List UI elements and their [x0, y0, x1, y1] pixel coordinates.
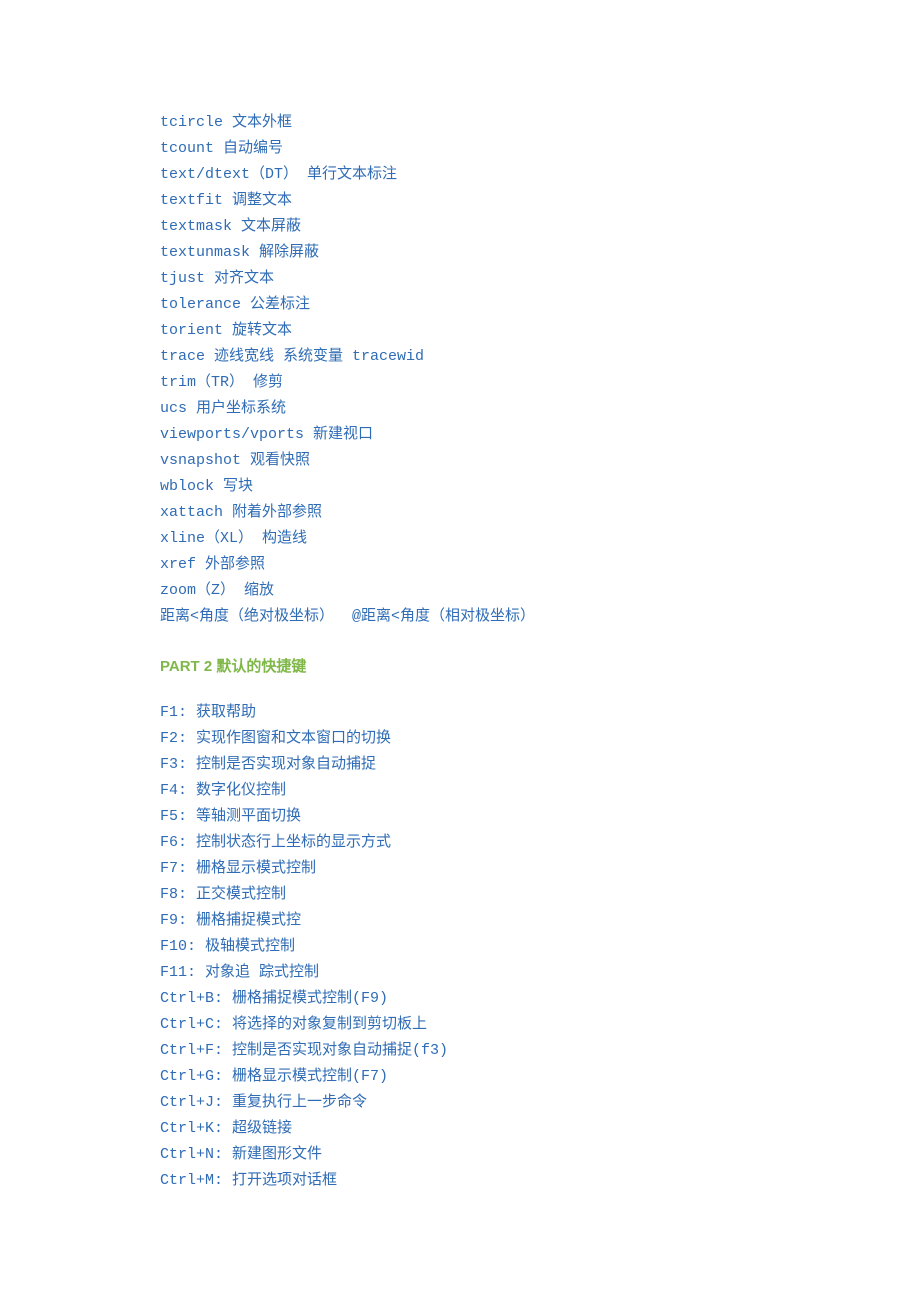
shortcut-line: F11: 对象追 踪式控制 — [160, 960, 760, 986]
shortcut-line: F3: 控制是否实现对象自动捕捉 — [160, 752, 760, 778]
command-line: tcircle 文本外框 — [160, 110, 760, 136]
command-line: xref 外部参照 — [160, 552, 760, 578]
command-line: textmask 文本屏蔽 — [160, 214, 760, 240]
shortcut-line: Ctrl+B: 栅格捕捉模式控制(F9) — [160, 986, 760, 1012]
shortcut-line: Ctrl+G: 栅格显示模式控制(F7) — [160, 1064, 760, 1090]
shortcut-line: F4: 数字化仪控制 — [160, 778, 760, 804]
command-line: textfit 调整文本 — [160, 188, 760, 214]
command-line: trace 迹线宽线 系统变量 tracewid — [160, 344, 760, 370]
command-line: torient 旋转文本 — [160, 318, 760, 344]
command-line: wblock 写块 — [160, 474, 760, 500]
shortcut-line: Ctrl+M: 打开选项对话框 — [160, 1168, 760, 1194]
shortcut-line: Ctrl+K: 超级链接 — [160, 1116, 760, 1142]
command-line: zoom（Z） 缩放 — [160, 578, 760, 604]
command-line: viewports/vports 新建视口 — [160, 422, 760, 448]
shortcut-line: Ctrl+C: 将选择的对象复制到剪切板上 — [160, 1012, 760, 1038]
shortcut-line: Ctrl+J: 重复执行上一步命令 — [160, 1090, 760, 1116]
shortcut-line: F8: 正交模式控制 — [160, 882, 760, 908]
shortcut-line: F2: 实现作图窗和文本窗口的切换 — [160, 726, 760, 752]
command-line: tjust 对齐文本 — [160, 266, 760, 292]
shortcut-line: Ctrl+F: 控制是否实现对象自动捕捉(f3) — [160, 1038, 760, 1064]
command-line: trim（TR） 修剪 — [160, 370, 760, 396]
shortcut-line: F6: 控制状态行上坐标的显示方式 — [160, 830, 760, 856]
command-line: xline（XL） 构造线 — [160, 526, 760, 552]
section-2-title: PART 2 默认的快捷键 — [160, 654, 760, 680]
shortcut-line: F5: 等轴测平面切换 — [160, 804, 760, 830]
shortcut-line: F7: 栅格显示模式控制 — [160, 856, 760, 882]
command-line: ucs 用户坐标系统 — [160, 396, 760, 422]
shortcut-line: F9: 栅格捕捉模式控 — [160, 908, 760, 934]
shortcut-line: Ctrl+N: 新建图形文件 — [160, 1142, 760, 1168]
shortcut-line: F10: 极轴模式控制 — [160, 934, 760, 960]
command-line: text/dtext（DT） 单行文本标注 — [160, 162, 760, 188]
shortcuts-list: F1: 获取帮助F2: 实现作图窗和文本窗口的切换F3: 控制是否实现对象自动捕… — [160, 700, 760, 1194]
command-line: vsnapshot 观看快照 — [160, 448, 760, 474]
command-line: textunmask 解除屏蔽 — [160, 240, 760, 266]
command-line: 距离<角度（绝对极坐标） @距离<角度（相对极坐标） — [160, 604, 760, 630]
commands-list: tcircle 文本外框tcount 自动编号text/dtext（DT） 单行… — [160, 110, 760, 630]
command-line: tolerance 公差标注 — [160, 292, 760, 318]
command-line: tcount 自动编号 — [160, 136, 760, 162]
shortcut-line: F1: 获取帮助 — [160, 700, 760, 726]
command-line: xattach 附着外部参照 — [160, 500, 760, 526]
